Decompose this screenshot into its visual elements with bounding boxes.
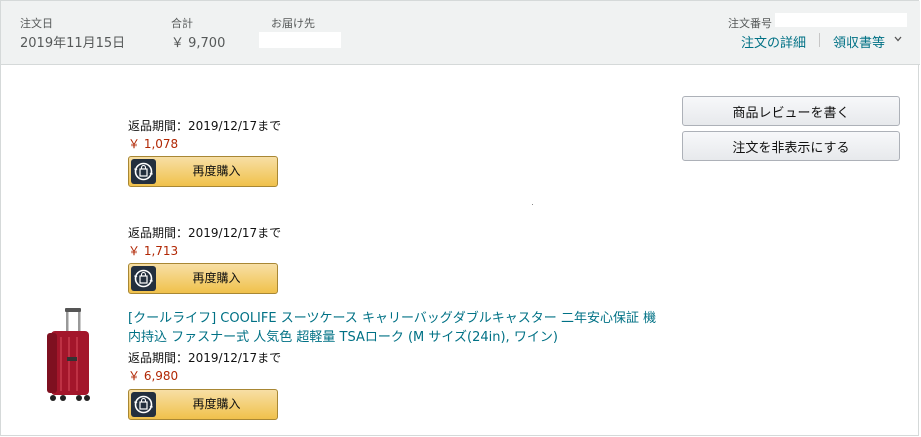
buy-again-label: 再度購入 xyxy=(192,271,241,285)
write-review-button[interactable]: 商品レビューを書く xyxy=(682,96,900,126)
order-date: 2019年11月15日 xyxy=(20,36,126,51)
item-price: ￥ 1,078 xyxy=(128,137,179,151)
order-number-value xyxy=(775,13,907,27)
total-label: 合計 xyxy=(171,17,193,30)
order-number-label: 注文番号 xyxy=(728,17,772,30)
decoration-dot xyxy=(532,204,533,205)
return-period: 返品期間：2019/12/17まで xyxy=(128,119,282,133)
order-total: ￥ 9,700 xyxy=(171,36,226,51)
buy-again-icon xyxy=(131,159,156,184)
receipt-link[interactable]: 領収書等 xyxy=(833,32,885,51)
buy-again-button[interactable]: 再度購入 xyxy=(128,263,278,294)
item-price: ￥ 6,980 xyxy=(128,369,179,383)
buy-again-button[interactable]: 再度購入 xyxy=(128,389,278,420)
return-period: 返品期間：2019/12/17まで xyxy=(128,226,282,240)
ship-to-name[interactable] xyxy=(259,32,341,48)
suitcase-image[interactable] xyxy=(37,307,99,403)
product-title-link[interactable]: [クールライフ] COOLIFE スーツケース キャリーバッグダブルキャスター … xyxy=(128,309,668,347)
buy-again-button[interactable]: 再度購入 xyxy=(128,156,278,187)
order-date-label: 注文日 xyxy=(20,17,53,30)
divider xyxy=(819,33,820,47)
hide-order-button[interactable]: 注文を非表示にする xyxy=(682,131,900,161)
buy-again-label: 再度購入 xyxy=(192,164,241,178)
order-card: 注文日 2019年11月15日 合計 ￥ 9,700 お届け先 注文番号 注文の… xyxy=(0,0,920,436)
buy-again-icon xyxy=(131,392,156,417)
ship-to-label: お届け先 xyxy=(271,17,315,30)
item-price: ￥ 1,713 xyxy=(128,244,179,258)
buy-again-icon xyxy=(131,266,156,291)
order-details-link[interactable]: 注文の詳細 xyxy=(741,32,806,51)
chevron-down-icon[interactable] xyxy=(894,36,902,42)
order-header: 注文日 2019年11月15日 合計 ￥ 9,700 お届け先 注文番号 注文の… xyxy=(1,1,920,65)
return-period: 返品期間：2019/12/17まで xyxy=(128,351,282,365)
buy-again-label: 再度購入 xyxy=(192,397,241,411)
